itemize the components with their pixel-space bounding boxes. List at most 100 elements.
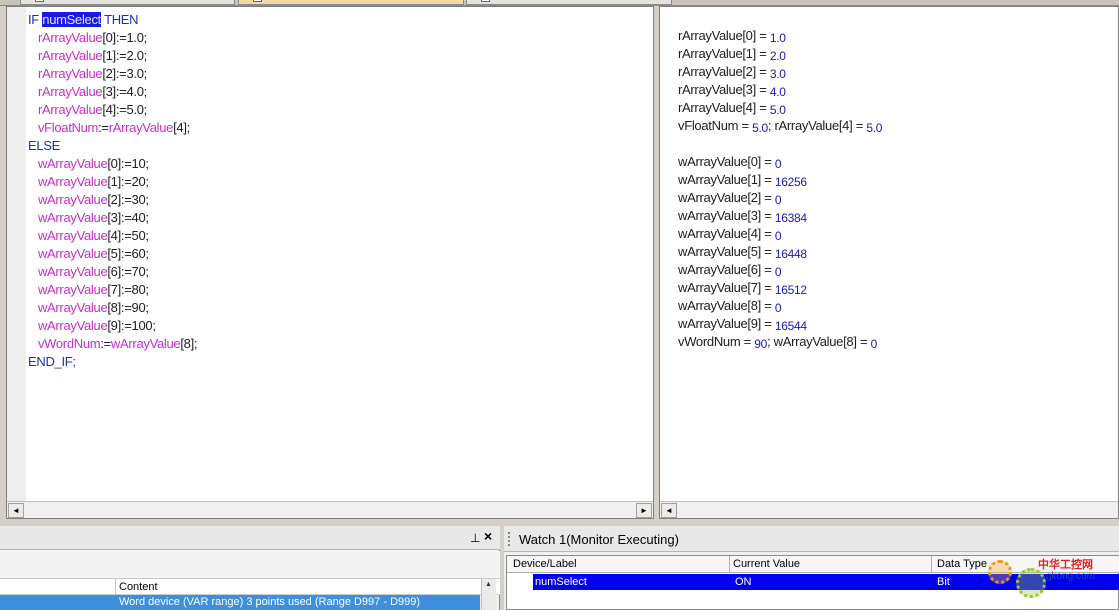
code-line[interactable]: wArrayValue[6]:=70; xyxy=(28,263,197,281)
document-tab-1[interactable] xyxy=(20,0,235,5)
column-header-device-label[interactable]: Device/Label xyxy=(513,558,577,570)
device-usage-panel: ⊥ × Content Word device (VAR range) 3 po… xyxy=(0,526,500,610)
scroll-up-arrow-icon[interactable]: ▲ xyxy=(485,581,492,588)
code-token: rArrayValue xyxy=(37,48,103,63)
program-file-icon xyxy=(481,0,490,2)
code-line[interactable]: vFloatNum:=rArrayValue[4]; xyxy=(28,119,197,137)
column-header-current-value[interactable]: Current Value xyxy=(733,558,800,570)
column-divider[interactable] xyxy=(115,579,116,595)
monitor-line: wArrayValue[3] = 16384 xyxy=(678,207,882,225)
monitor-label: wArrayValue[6] = xyxy=(678,262,775,277)
watermark-logo: 中华工控网 gkong.com xyxy=(982,552,1119,610)
code-token: [9]:=100; xyxy=(107,318,156,333)
code-line[interactable]: rArrayValue[3]:=4.0; xyxy=(28,83,197,101)
code-line[interactable]: wArrayValue[0]:=10; xyxy=(28,155,197,173)
monitor-value-pane[interactable]: rArrayValue[0] = 1.0 rArrayValue[1] = 2.0… xyxy=(659,6,1119,519)
monitor-line: wArrayValue[7] = 16512 xyxy=(678,279,882,297)
code-line[interactable]: wArrayValue[7]:=80; xyxy=(28,281,197,299)
code-token: rArrayValue xyxy=(37,84,103,99)
code-token: [1]:=2.0; xyxy=(102,48,147,63)
column-divider[interactable] xyxy=(729,556,730,573)
code-token: wArrayValue xyxy=(110,336,181,351)
code-line[interactable]: vWordNum:=wArrayValue[8]; xyxy=(28,335,198,353)
monitor-line: wArrayValue[8] = 0 xyxy=(678,297,882,315)
monitor-value: 5.0 xyxy=(866,121,883,135)
monitor-label: rArrayValue[2] = xyxy=(678,64,770,79)
monitor-value: 0 xyxy=(774,157,782,171)
scroll-right-arrow-icon[interactable]: ► xyxy=(636,503,652,518)
column-divider[interactable] xyxy=(931,556,932,573)
monitor-value: 90 xyxy=(754,337,768,351)
monitor-label: vWordNum = xyxy=(678,334,755,349)
code-line[interactable]: rArrayValue[4]:=5.0; xyxy=(28,101,197,119)
watch-device-cell[interactable]: numSelect xyxy=(535,576,587,588)
code-token: wArrayValue xyxy=(37,282,108,297)
monitor-value: 16256 xyxy=(774,175,807,189)
monitor-line xyxy=(678,135,882,153)
close-icon[interactable]: × xyxy=(484,528,492,544)
drag-grip-icon[interactable] xyxy=(508,532,511,546)
monitor-label: wArrayValue[4] = xyxy=(678,226,775,241)
device-panel-toolbar xyxy=(0,551,500,579)
code-area[interactable]: IF numSelect THEN rArrayValue[0]:=1.0; r… xyxy=(28,11,198,371)
code-token: wArrayValue xyxy=(37,246,108,261)
code-line[interactable]: wArrayValue[3]:=40; xyxy=(28,209,197,227)
monitor-label: rArrayValue[0] = xyxy=(678,28,770,43)
code-line[interactable]: wArrayValue[4]:=50; xyxy=(28,227,197,245)
gear-icon xyxy=(988,560,1012,584)
code-token: END_IF; xyxy=(28,354,76,369)
monitor-label: wArrayValue[3] = xyxy=(678,208,775,223)
monitor-line: rArrayValue[3] = 4.0 xyxy=(678,81,882,99)
code-line[interactable]: wArrayValue[8]:=90; xyxy=(28,299,197,317)
code-token: [1]:=20; xyxy=(107,174,149,189)
code-line[interactable]: IF numSelect THEN xyxy=(28,11,197,29)
code-token: wArrayValue xyxy=(37,210,108,225)
column-header-data-type[interactable]: Data Type xyxy=(937,558,987,570)
st-code-editor[interactable]: IF numSelect THEN rArrayValue[0]:=1.0; r… xyxy=(6,6,654,519)
code-line[interactable]: wArrayValue[9]:=100; xyxy=(28,317,197,335)
column-header-content[interactable]: Content xyxy=(119,581,158,593)
gear-icon xyxy=(1016,568,1046,598)
monitor-horizontal-scrollbar[interactable]: ◄ xyxy=(660,501,1118,518)
document-tab-active[interactable] xyxy=(238,0,464,5)
code-token: [7]:=80; xyxy=(107,282,149,297)
watch-value-cell[interactable]: ON xyxy=(735,576,752,588)
editor-horizontal-scrollbar[interactable]: ◄ ► xyxy=(7,501,653,518)
code-line[interactable]: rArrayValue[2]:=3.0; xyxy=(28,65,197,83)
document-tab-3[interactable] xyxy=(466,0,672,5)
code-line[interactable]: rArrayValue[1]:=2.0; xyxy=(28,47,197,65)
monitor-label: wArrayValue[8] = xyxy=(678,298,775,313)
code-line[interactable]: wArrayValue[5]:=60; xyxy=(28,245,197,263)
device-panel-titlebar: ⊥ × xyxy=(0,526,500,550)
code-line[interactable]: END_IF; xyxy=(28,353,197,371)
code-token: wArrayValue xyxy=(37,300,108,315)
code-line[interactable]: rArrayValue[0]:=1.0; xyxy=(28,29,197,47)
code-token: [4]:=50; xyxy=(107,228,149,243)
device-vertical-scrollbar[interactable]: ▲ xyxy=(481,579,496,610)
watermark-cn-text: 中华工控网 xyxy=(1038,559,1093,571)
watch-titlebar: Watch 1(Monitor Executing) xyxy=(504,526,1119,552)
program-file-icon xyxy=(253,0,262,2)
code-line[interactable]: wArrayValue[2]:=30; xyxy=(28,191,197,209)
scroll-left-arrow-icon[interactable]: ◄ xyxy=(8,503,24,518)
code-token: ELSE xyxy=(28,138,61,153)
code-line[interactable]: ELSE xyxy=(28,137,197,155)
pin-icon[interactable]: ⊥ xyxy=(470,531,480,545)
code-line[interactable]: wArrayValue[1]:=20; xyxy=(28,173,197,191)
code-token: wArrayValue xyxy=(37,228,108,243)
code-token: wArrayValue xyxy=(37,174,108,189)
row-marker xyxy=(515,575,533,589)
monitor-value: 0 xyxy=(870,337,878,351)
scroll-left-arrow-icon[interactable]: ◄ xyxy=(661,503,677,518)
code-token: [8]; xyxy=(180,336,198,351)
table-row[interactable]: Word device (VAR range) 3 points used (R… xyxy=(0,595,480,610)
monitor-line: wArrayValue[6] = 0 xyxy=(678,261,882,279)
code-token: vWordNum xyxy=(37,336,101,351)
monitor-label: wArrayValue[2] = xyxy=(678,190,775,205)
monitor-label: rArrayValue[1] = xyxy=(678,46,770,61)
